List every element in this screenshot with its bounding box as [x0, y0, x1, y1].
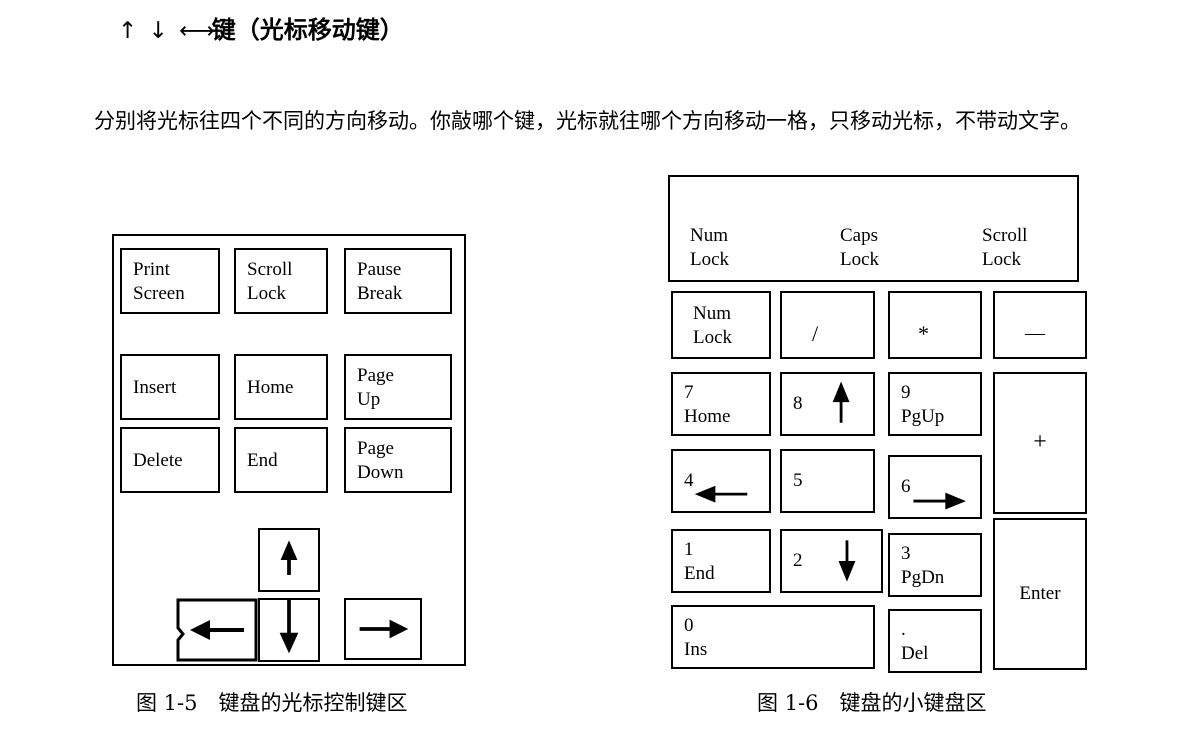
key-decimal-del[interactable]: . Del: [888, 609, 982, 673]
key-multiply[interactable]: *: [888, 291, 982, 359]
key-label: Page Up: [357, 365, 394, 410]
key-pause-break[interactable]: Pause Break: [344, 248, 452, 314]
key-label: 9 PgUp: [901, 382, 945, 427]
arrow-right-icon: [913, 492, 966, 510]
key-label: Insert: [133, 377, 177, 398]
updown-arrows-glyph: ↑ ↓: [118, 18, 180, 44]
key-label: /: [812, 321, 819, 346]
key-label: Enter: [1019, 583, 1061, 604]
key-label: 5: [793, 470, 803, 491]
arrow-left-icon: [176, 598, 258, 662]
indicator-num-lock: Num Lock: [690, 225, 730, 270]
key-label: 3 PgDn: [901, 543, 945, 588]
key-label: 1 End: [684, 539, 715, 584]
key-arrow-up[interactable]: [258, 528, 320, 592]
document-page: ↑ ↓ ←→键（光标移动键） 分别将光标往四个不同的方向移动。你敲哪个键，光标就…: [0, 0, 1200, 744]
key-arrow-down[interactable]: [258, 598, 320, 662]
key-delete[interactable]: Delete: [120, 427, 220, 493]
key-enter[interactable]: Enter: [993, 518, 1087, 670]
key-num-2-down[interactable]: 2: [780, 529, 883, 593]
key-scroll-lock[interactable]: Scroll Lock: [234, 248, 328, 314]
key-print-screen[interactable]: Print Screen: [120, 248, 220, 314]
key-end[interactable]: End: [234, 427, 328, 493]
leftright-arrows-glyph: ←→: [179, 18, 215, 44]
figure-5-caption: 图 1-5 键盘的光标控制键区: [136, 691, 408, 715]
key-num-9-pgup[interactable]: 9 PgUp: [888, 372, 982, 436]
key-label: 7 Home: [684, 382, 731, 427]
key-label: 0 Ins: [684, 615, 708, 660]
arrow-up-icon: [832, 381, 850, 423]
key-label: Print Screen: [133, 259, 185, 304]
key-page-up[interactable]: Page Up: [344, 354, 452, 420]
key-home[interactable]: Home: [234, 354, 328, 420]
key-num-7-home[interactable]: 7 Home: [671, 372, 771, 436]
key-label: Num Lock: [693, 303, 733, 348]
key-label: Page Down: [357, 438, 404, 483]
arrow-left-icon: [694, 485, 748, 503]
key-insert[interactable]: Insert: [120, 354, 220, 420]
key-arrow-right[interactable]: [344, 598, 422, 660]
figure-cursor-control-pad: Print Screen Scroll Lock Pause Break Ins…: [112, 234, 466, 666]
key-num-0-ins[interactable]: 0 Ins: [671, 605, 875, 669]
key-plus[interactable]: +: [993, 372, 1087, 514]
key-label: +: [1033, 429, 1047, 455]
key-label: *: [918, 321, 929, 346]
key-label: . Del: [901, 619, 929, 664]
indicator-scroll-lock: Scroll Lock: [982, 225, 1028, 270]
key-num-6-right[interactable]: 6: [888, 455, 982, 519]
key-label: End: [247, 450, 278, 471]
heading-text: 键（光标移动键）: [211, 16, 404, 44]
key-num-3-pgdn[interactable]: 3 PgDn: [888, 533, 982, 597]
key-minus[interactable]: —: [993, 291, 1087, 359]
section-heading: ↑ ↓ ←→键（光标移动键）: [118, 16, 404, 46]
key-num-5[interactable]: 5: [780, 449, 875, 513]
arrow-right-icon: [359, 619, 409, 639]
lock-indicator-panel: Num Lock Caps Lock Scroll Lock: [668, 175, 1079, 282]
figure-6-caption: 图 1-6 键盘的小键盘区: [757, 691, 987, 715]
arrow-down-icon: [838, 540, 856, 582]
key-num-lock[interactable]: Num Lock: [671, 291, 771, 359]
key-label: Home: [247, 377, 294, 398]
key-divide[interactable]: /: [780, 291, 875, 359]
key-label: —: [1025, 322, 1045, 344]
key-arrow-left[interactable]: [174, 598, 258, 662]
key-num-1-end[interactable]: 1 End: [671, 529, 771, 593]
arrow-keys-glyphs: ↑ ↓ ←→: [118, 18, 215, 44]
key-label: Delete: [133, 450, 183, 471]
body-paragraph: 分别将光标往四个不同的方向移动。你敲哪个键，光标就往哪个方向移动一格，只移动光标…: [94, 109, 1081, 133]
key-label: Pause Break: [357, 259, 403, 304]
key-label: Scroll Lock: [247, 259, 293, 304]
key-page-down[interactable]: Page Down: [344, 427, 452, 493]
arrow-up-icon: [280, 540, 298, 575]
key-num-8-up[interactable]: 8: [780, 372, 875, 436]
arrow-down-icon: [279, 600, 299, 654]
key-num-4-left[interactable]: 4: [671, 449, 771, 513]
figure-numeric-keypad: Num Lock Caps Lock Scroll Lock Num Lock …: [668, 175, 1088, 673]
indicator-caps-lock: Caps Lock: [840, 225, 880, 270]
